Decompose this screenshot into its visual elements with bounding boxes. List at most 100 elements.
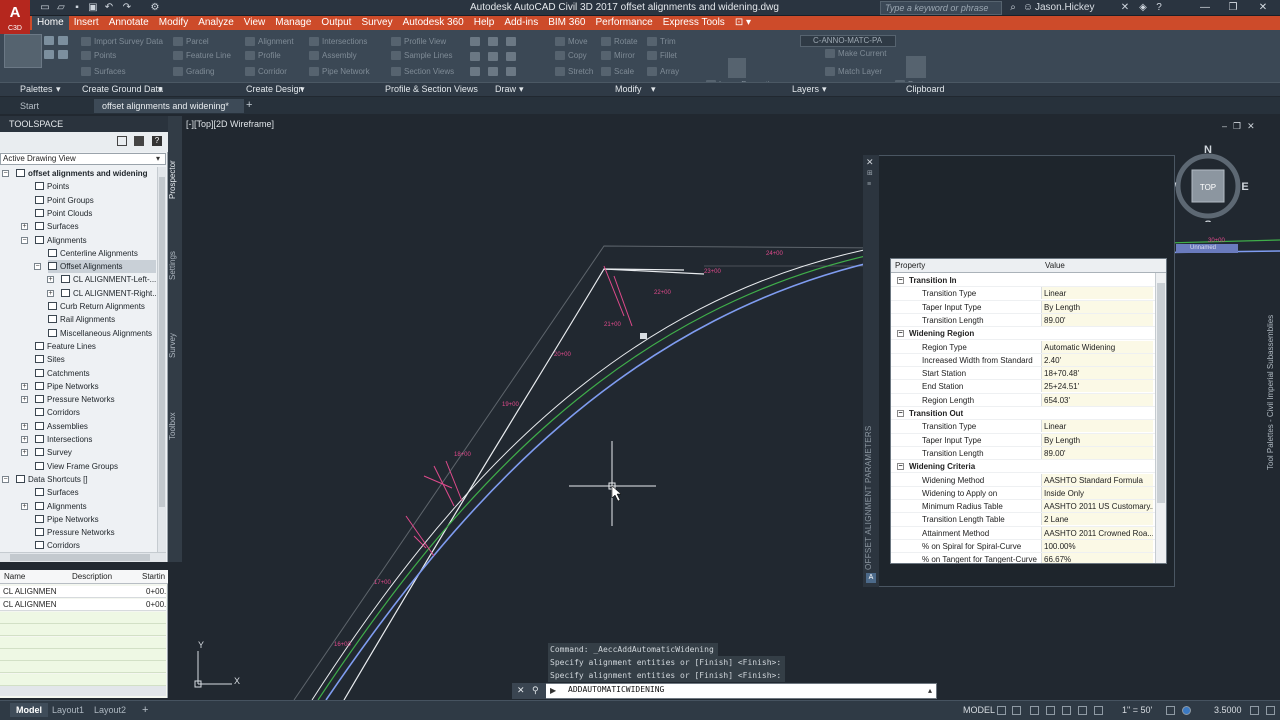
draw-tool-icon[interactable] <box>506 67 516 76</box>
close-window-button[interactable]: ✕ <box>1252 1 1274 15</box>
property-value[interactable]: AASHTO 2011 Crowned Roa... <box>1041 526 1153 539</box>
layout-tab-layout1[interactable]: Layout1 <box>46 703 90 717</box>
list-column-header[interactable]: Name <box>4 572 25 581</box>
add-layout-icon[interactable]: + <box>142 704 148 716</box>
draw-tool-icon[interactable] <box>488 37 498 46</box>
tab-express-tools[interactable]: Express Tools <box>658 16 730 30</box>
property-row[interactable]: Widening to Apply on Inside Only <box>891 486 1156 501</box>
pin-icon[interactable]: ⊞ <box>867 169 873 177</box>
scroll-thumb[interactable] <box>159 177 165 507</box>
tree-item[interactable]: Offset Alignments <box>48 260 156 274</box>
panel-modify[interactable]: Modify <box>615 84 642 94</box>
autohide-icon[interactable]: A <box>866 573 876 583</box>
property-value[interactable]: By Length <box>1041 300 1153 313</box>
tree-item[interactable]: Point Groups <box>35 194 94 207</box>
help-icon[interactable]: ? <box>152 136 162 146</box>
workspace-icon[interactable] <box>1182 706 1191 715</box>
tree-item[interactable]: Data Shortcuts [] <box>16 473 88 486</box>
application-menu-button[interactable]: A C3D <box>0 0 30 34</box>
tree-item[interactable]: Points <box>35 180 69 193</box>
side-tab-survey[interactable]: Survey <box>168 316 182 376</box>
chevron-down-icon[interactable]: ▾ <box>519 84 524 95</box>
tree-item[interactable]: Pressure Networks <box>35 526 115 539</box>
tree-item[interactable]: Feature Lines <box>35 340 96 353</box>
property-row[interactable]: End Station 25+24.51' <box>891 380 1156 394</box>
command-input[interactable]: ADDAUTOMATICWIDENING <box>568 685 664 694</box>
property-group[interactable]: − Transition Out <box>891 407 1156 421</box>
tree-item[interactable]: Assemblies <box>35 420 88 433</box>
annotation-visibility-icon[interactable] <box>1166 706 1175 715</box>
property-value[interactable]: 89.00' <box>1041 446 1153 459</box>
undo-icon[interactable]: ↶ <box>102 2 116 14</box>
snap-icon[interactable] <box>1012 706 1021 715</box>
profile-button[interactable]: Profile <box>258 51 281 61</box>
side-tab-settings[interactable]: Settings <box>168 236 182 296</box>
tree-expand-toggle[interactable]: + <box>21 449 28 457</box>
tree-expand-toggle[interactable]: + <box>47 289 54 297</box>
tree-item[interactable]: Alignments <box>35 500 87 513</box>
chevron-down-icon[interactable]: ▾ <box>651 84 656 95</box>
property-value[interactable]: AASHTO 2011 US Customary... <box>1041 500 1153 513</box>
close-icon[interactable]: ✕ <box>517 685 525 696</box>
otrack-icon[interactable] <box>1078 706 1087 715</box>
property-value[interactable]: By Length <box>1041 433 1153 446</box>
property-value[interactable]: 25+24.51' <box>1041 380 1153 393</box>
trim-button[interactable]: Trim <box>660 37 676 47</box>
tree-item[interactable]: Alignments <box>35 234 87 247</box>
side-tab-prospector[interactable]: Prospector <box>168 150 182 210</box>
tab-bim-360[interactable]: BIM 360 <box>543 16 590 30</box>
feature-line-button[interactable]: Feature Line <box>186 51 231 61</box>
tree-item[interactable]: Pipe Networks <box>35 380 99 393</box>
tab-start[interactable]: Start <box>12 99 47 113</box>
panel-layers[interactable]: Layers <box>792 84 819 94</box>
profile-view-button[interactable]: Profile View <box>404 37 446 47</box>
property-row[interactable]: Minimum Radius Table AASHTO 2011 US Custo… <box>891 500 1156 514</box>
intersections-button[interactable]: Intersections <box>322 37 367 47</box>
minimize-button[interactable]: — <box>1194 1 1216 15</box>
view-selector[interactable]: Active Drawing View <box>0 153 166 165</box>
property-row[interactable]: Attainment Method AASHTO 2011 Crowned Roa… <box>891 526 1156 540</box>
save-icon[interactable]: ▪ <box>70 2 84 14</box>
property-value[interactable]: Linear <box>1041 420 1153 433</box>
property-row[interactable]: Taper Input Type By Length <box>891 300 1156 314</box>
customize-icon[interactable] <box>1266 706 1275 715</box>
property-group[interactable]: − Widening Region <box>891 327 1156 341</box>
tab-manage[interactable]: Manage <box>270 16 316 30</box>
status-value[interactable]: 3.5000 <box>1214 705 1242 715</box>
scale-button[interactable]: Scale <box>614 67 634 77</box>
alignment-button[interactable]: Alignment <box>258 37 294 47</box>
property-row[interactable]: Widening Method AASHTO Standard Formula <box>891 473 1156 487</box>
chevron-down-icon[interactable]: ▾ <box>158 84 163 95</box>
tab-help[interactable]: Help <box>469 16 500 30</box>
side-tab-toolbox[interactable]: Toolbox <box>168 396 182 456</box>
model-space-toggle[interactable]: MODEL <box>963 705 995 715</box>
tree-item[interactable]: View Frame Groups <box>35 460 118 473</box>
tree-expand-toggle[interactable]: + <box>21 396 28 404</box>
property-row[interactable]: Start Station 18+70.48' <box>891 367 1156 381</box>
points-button[interactable]: Points <box>94 51 116 61</box>
surfaces-button[interactable]: Surfaces <box>94 67 126 77</box>
tree-hscrollbar[interactable] <box>0 552 166 562</box>
property-scrollbar[interactable] <box>1155 273 1166 563</box>
property-row[interactable]: Increased Width from Standard 2.40' <box>891 353 1156 368</box>
help-search-input[interactable]: Type a keyword or phrase <box>880 1 1002 15</box>
tool-palette-icon[interactable] <box>4 34 42 68</box>
tree-expand-toggle[interactable]: − <box>21 236 28 244</box>
tab-analyze[interactable]: Analyze <box>193 16 239 30</box>
property-row[interactable]: Transition Length Table 2 Lane <box>891 513 1156 527</box>
list-view-icon[interactable] <box>134 136 144 146</box>
panorama-icon[interactable] <box>58 50 68 59</box>
section-views-button[interactable]: Section Views <box>404 67 454 77</box>
chevron-down-icon[interactable]: ▾ <box>156 154 160 163</box>
tree-expand-toggle[interactable]: − <box>2 170 9 177</box>
new-icon[interactable]: ▭ <box>38 2 52 14</box>
tree-expand-toggle[interactable]: + <box>21 502 28 510</box>
property-row[interactable]: Region Type Automatic Widening <box>891 340 1156 354</box>
tab-home[interactable]: Home <box>32 16 69 30</box>
search-icon[interactable]: ⌕ <box>1006 2 1020 14</box>
draw-tool-icon[interactable] <box>470 52 480 61</box>
property-value[interactable]: AASHTO Standard Formula <box>1041 473 1153 486</box>
chevron-down-icon[interactable]: ▾ <box>56 84 61 95</box>
open-icon[interactable]: ▱ <box>54 2 68 14</box>
tree-item[interactable]: Sites <box>35 353 65 366</box>
